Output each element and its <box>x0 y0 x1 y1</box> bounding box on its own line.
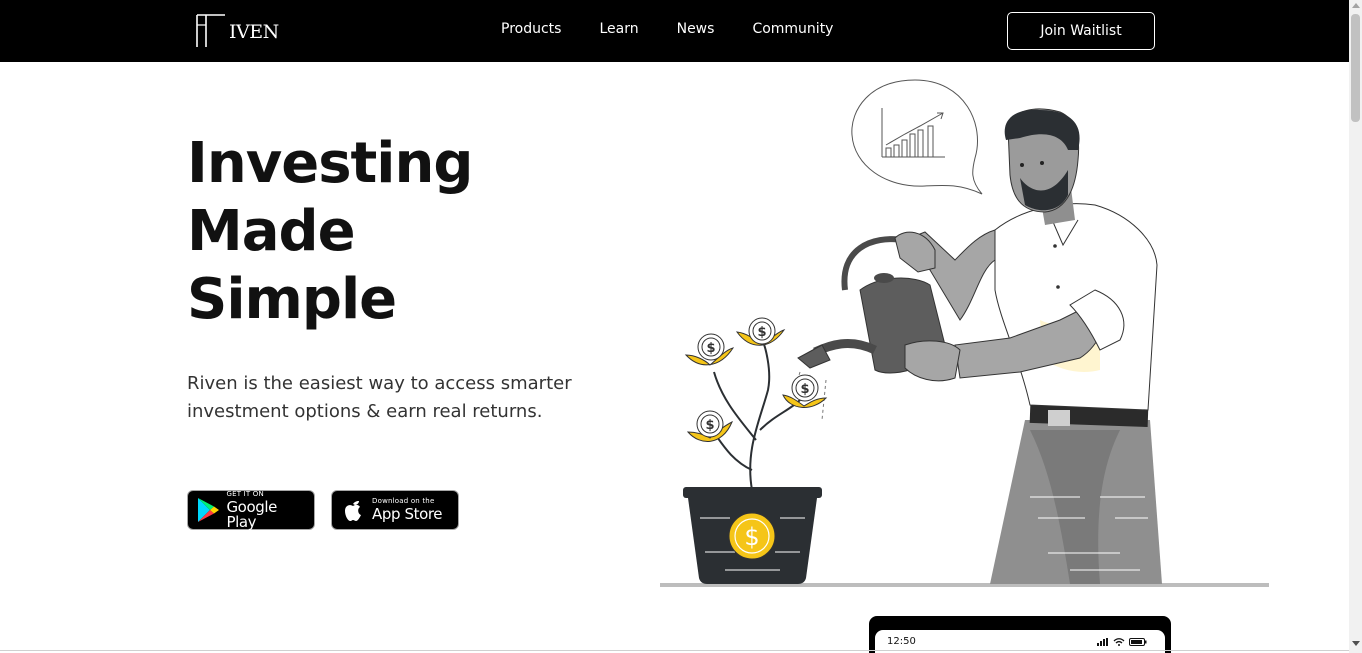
section-divider <box>0 650 1349 651</box>
google-play-icon <box>196 497 220 523</box>
hero-title-line: Simple <box>187 267 397 332</box>
google-play-text: GET IT ON Google Play <box>226 489 306 531</box>
nav-learn[interactable]: Learn <box>599 21 638 37</box>
hero-illustration: $ $ $ $ $ <box>660 79 1269 587</box>
main-nav: Products Learn News Community <box>501 21 871 37</box>
nav-community[interactable]: Community <box>752 21 833 37</box>
svg-text:$: $ <box>744 523 759 551</box>
svg-text:$: $ <box>757 325 766 340</box>
svg-text:$: $ <box>706 341 715 356</box>
vertical-scrollbar[interactable] <box>1349 0 1362 653</box>
google-play-button[interactable]: GET IT ON Google Play <box>187 490 315 530</box>
scroll-up-arrow-icon[interactable] <box>1352 3 1360 8</box>
join-waitlist-button[interactable]: Join Waitlist <box>1007 12 1155 50</box>
svg-text:$: $ <box>705 418 714 433</box>
dollar-coin-icon: $ <box>684 333 735 366</box>
dollar-coin-icon: $ <box>728 512 776 560</box>
app-store-big: App Store <box>372 505 443 523</box>
hero-subtitle: Riven is the easiest way to access smart… <box>187 373 572 422</box>
app-store-small: Download on the <box>372 497 435 505</box>
phone-preview: 12:50 <box>869 616 1171 653</box>
app-store-button[interactable]: Download on the App Store <box>331 490 459 530</box>
hero-title-line: Made <box>187 199 356 264</box>
page: IVEN Products Learn News Community Join … <box>0 0 1362 653</box>
app-store-text: Download on the App Store <box>372 497 443 523</box>
google-play-big: Google Play <box>226 497 277 531</box>
battery-icon <box>1129 638 1147 646</box>
scrollbar-thumb[interactable] <box>1351 14 1360 122</box>
hero-title: Investing Made Simple <box>187 130 567 334</box>
brand-logo[interactable]: IVEN <box>195 13 279 47</box>
phone-status-icons <box>1097 638 1147 646</box>
dollar-coin-icon: $ <box>686 410 733 442</box>
dollar-coin-icon: $ <box>782 374 828 408</box>
phone-time: 12:50 <box>887 636 916 647</box>
dollar-coin-icon: $ <box>735 317 786 346</box>
scroll-down-arrow-icon[interactable] <box>1352 641 1360 646</box>
logo-text: IVEN <box>229 20 279 43</box>
navbar: IVEN Products Learn News Community Join … <box>0 0 1349 62</box>
hero-title-line: Investing <box>187 131 473 196</box>
apple-icon <box>340 497 366 523</box>
google-play-small: GET IT ON <box>226 489 264 498</box>
wifi-icon <box>1113 638 1125 646</box>
signal-icon <box>1097 638 1108 646</box>
growth-chart-icon <box>851 79 983 195</box>
logo-mark-icon <box>195 13 227 47</box>
nav-products[interactable]: Products <box>501 21 561 37</box>
svg-text:$: $ <box>800 382 809 397</box>
nav-news[interactable]: News <box>677 21 715 37</box>
